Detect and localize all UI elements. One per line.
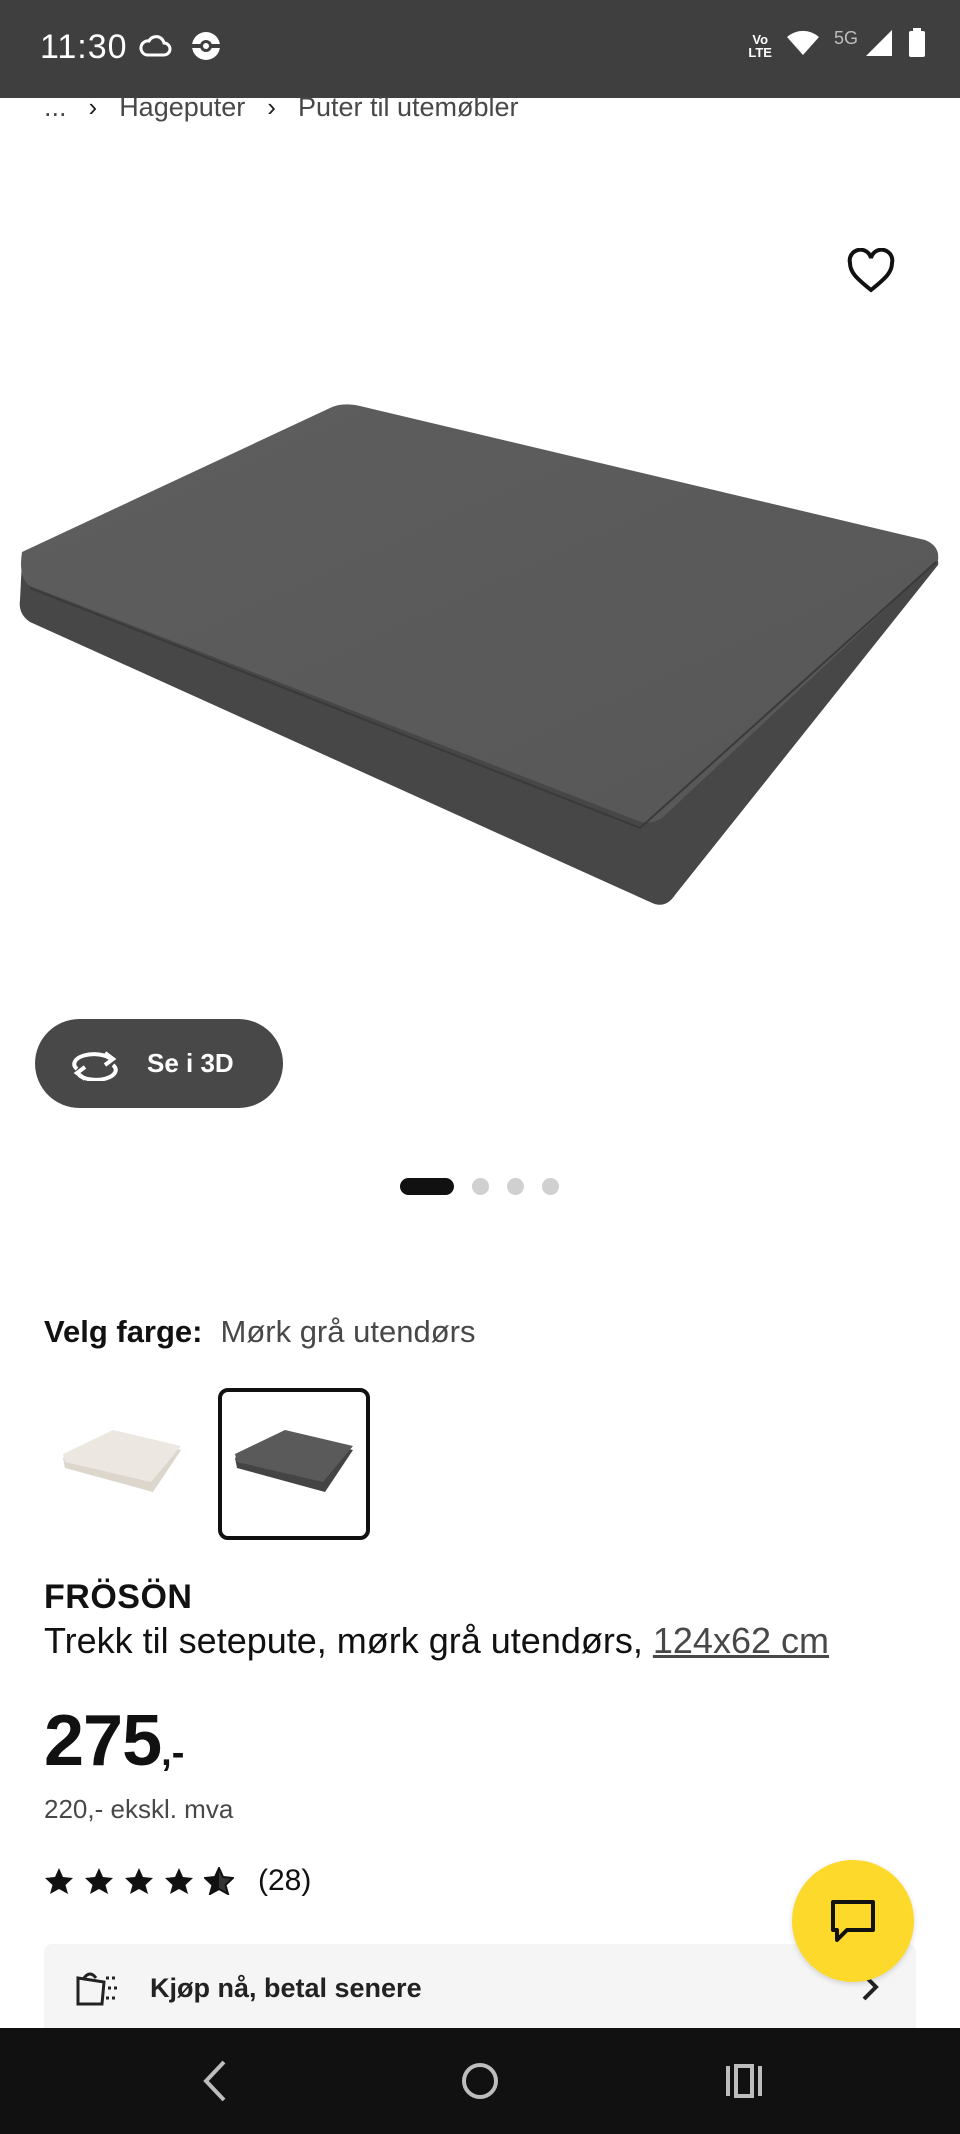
product-image[interactable] <box>0 390 960 930</box>
star-icon <box>45 1868 73 1894</box>
see-in-3d-button[interactable]: Se i 3D <box>35 1019 283 1108</box>
pay-later-row[interactable]: Kjøp nå, betal senere <box>44 1944 916 2032</box>
favourite-button[interactable] <box>846 247 896 294</box>
status-bar: 11:30 Vo LTE 5G <box>0 0 960 98</box>
carousel-dot-active[interactable] <box>400 1178 454 1195</box>
pokeball-icon <box>190 30 222 67</box>
chat-button[interactable] <box>792 1860 914 1982</box>
product-name: FRÖSÖN <box>44 1578 193 1616</box>
volte-icon: Vo LTE <box>748 31 772 60</box>
signal-icon <box>864 28 894 63</box>
carousel-dot[interactable] <box>542 1178 559 1195</box>
cloud-icon <box>138 33 172 64</box>
breadcrumb-item-hageputer[interactable]: Hageputer <box>119 92 245 123</box>
breadcrumb-ellipsis[interactable]: ... <box>44 92 67 123</box>
price-main: 275 <box>44 1701 162 1781</box>
product-price: 275 ,- <box>44 1700 184 1782</box>
home-icon[interactable] <box>458 2056 502 2106</box>
status-right-icons: Vo LTE 5G <box>748 28 926 63</box>
rating-count: (28) <box>258 1864 312 1897</box>
chevron-right-icon: › <box>88 92 98 122</box>
shopping-bag-icon <box>76 1972 118 2006</box>
product-description: Trekk til setepute, mørk grå utendørs, 1… <box>44 1620 829 1662</box>
carousel-dot[interactable] <box>472 1178 489 1195</box>
recent-apps-icon[interactable] <box>724 2056 764 2106</box>
color-swatch-dark-grey[interactable] <box>218 1388 370 1540</box>
rotate-3d-icon <box>72 1050 118 1081</box>
product-measurement-link[interactable]: 124x62 cm <box>653 1620 829 1661</box>
product-rating[interactable]: (28) <box>44 1864 311 1898</box>
carousel-dot[interactable] <box>507 1178 524 1195</box>
star-icon <box>85 1868 113 1894</box>
color-label: Velg farge: <box>44 1314 203 1349</box>
price-suffix: ,- <box>161 1732 185 1774</box>
price-excl-vat: 220,- ekskl. mva <box>44 1794 234 1824</box>
color-selected-value: Mørk grå utendørs <box>220 1314 476 1349</box>
back-icon[interactable] <box>196 2056 232 2106</box>
product-description-text: Trekk til setepute, mørk grå utendørs, <box>44 1620 643 1661</box>
star-half-icon <box>204 1867 234 1895</box>
battery-icon <box>908 28 926 63</box>
system-nav-bar <box>0 2028 960 2134</box>
color-selector-heading: Velg farge: Mørk grå utendørs <box>44 1314 475 1350</box>
star-icon <box>125 1868 153 1894</box>
network-type-label: 5G <box>833 28 858 48</box>
chat-bubble-icon <box>831 1900 875 1942</box>
status-left-icons <box>138 30 222 67</box>
see-in-3d-label: Se i 3D <box>147 1048 234 1078</box>
chevron-right-icon: › <box>267 92 276 122</box>
pay-later-label: Kjøp nå, betal senere <box>150 1972 422 2003</box>
star-icon <box>165 1868 193 1894</box>
heart-icon <box>847 247 895 293</box>
breadcrumb: ... › Hageputer › Puter til utemøbler <box>44 92 519 123</box>
breadcrumb-item-puter[interactable]: Puter til utemøbler <box>298 92 519 123</box>
rating-stars <box>44 1867 234 1895</box>
wifi-icon <box>786 29 820 62</box>
status-time: 11:30 <box>40 28 128 66</box>
carousel-indicator <box>400 1178 559 1195</box>
color-swatch-beige[interactable] <box>46 1388 198 1540</box>
